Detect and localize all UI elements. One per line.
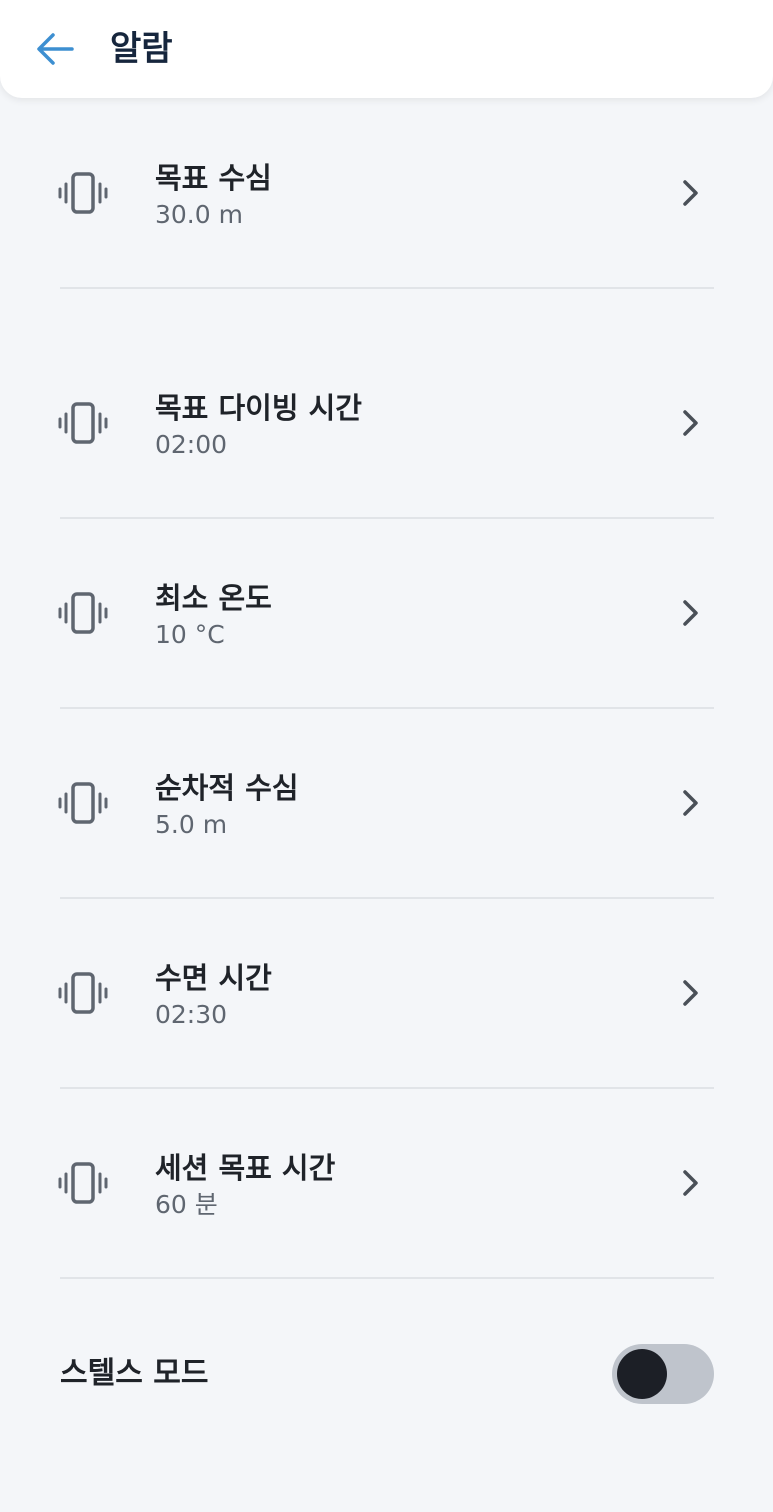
toggle-knob: [617, 1349, 667, 1399]
divider: [60, 517, 714, 519]
alarm-label: 세션 목표 시간: [155, 1151, 336, 1185]
alarm-label: 최소 온도: [155, 581, 272, 615]
vibration-icon: [58, 172, 108, 214]
alarm-label: 목표 수심: [155, 161, 272, 195]
divider: [60, 1277, 714, 1279]
vibration-icon: [58, 972, 108, 1014]
back-button[interactable]: [30, 26, 80, 72]
alarm-label: 목표 다이빙 시간: [155, 391, 362, 425]
vibration-icon: [58, 592, 108, 634]
alarm-row-surface-time[interactable]: 수면 시간 02:30: [0, 938, 773, 1048]
chevron-right-icon: [683, 790, 698, 816]
chevron-right-icon: [683, 180, 698, 206]
chevron-right-icon: [683, 410, 698, 436]
alarm-row-sequential-depth[interactable]: 순차적 수심 5.0 m: [0, 748, 773, 858]
alarm-row-session-target-time[interactable]: 세션 목표 시간 60 분: [0, 1128, 773, 1238]
divider: [60, 897, 714, 899]
stealth-mode-label: 스텔스 모드: [60, 1356, 209, 1391]
chevron-right-icon: [683, 600, 698, 626]
alarm-row-target-depth[interactable]: 목표 수심 30.0 m: [0, 138, 773, 248]
vibration-icon: [58, 1162, 108, 1204]
chevron-right-icon: [683, 980, 698, 1006]
stealth-mode-toggle[interactable]: [612, 1344, 714, 1404]
alarm-value: 5.0 m: [155, 810, 228, 839]
divider: [60, 287, 714, 289]
chevron-right-icon: [683, 1170, 698, 1196]
vibration-icon: [58, 782, 108, 824]
alarm-row-min-temperature[interactable]: 최소 온도 10 °C: [0, 558, 773, 668]
alarm-value: 60 분: [155, 1190, 218, 1219]
page-title: 알람: [110, 29, 173, 69]
alarm-label: 수면 시간: [155, 961, 272, 995]
divider: [60, 1087, 714, 1089]
alarm-value: 02:30: [155, 1000, 228, 1029]
vibration-icon: [58, 402, 108, 444]
arrow-left-icon: [37, 33, 74, 65]
divider: [60, 707, 714, 709]
app-header: 알람: [0, 0, 773, 98]
alarm-value: 02:00: [155, 430, 228, 459]
alarm-label: 순차적 수심: [155, 771, 299, 805]
alarm-value: 30.0 m: [155, 200, 243, 229]
alarm-row-target-dive-time[interactable]: 목표 다이빙 시간 02:00: [0, 368, 773, 478]
alarm-value: 10 °C: [155, 620, 225, 649]
